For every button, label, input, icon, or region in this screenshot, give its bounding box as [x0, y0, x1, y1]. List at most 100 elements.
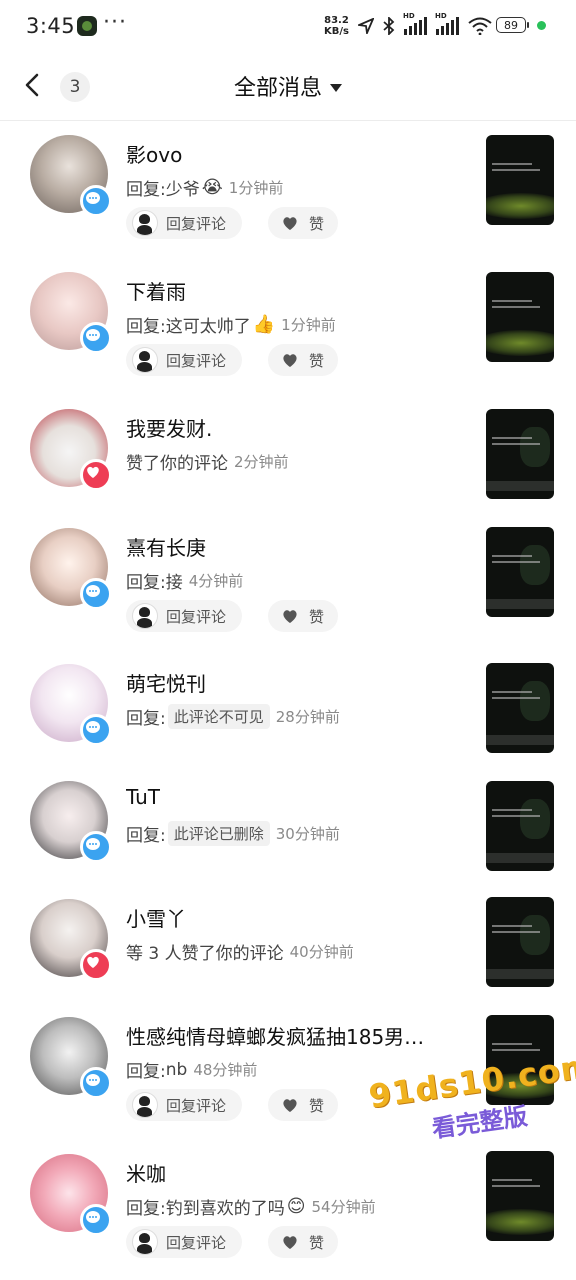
- wifi-icon: [468, 17, 492, 35]
- message-content: 回复: 少爷 😭 1分钟前: [126, 175, 283, 200]
- user-name[interactable]: 小雪丫: [126, 903, 186, 932]
- user-name[interactable]: 影ovo: [126, 139, 182, 168]
- emoji-icon: 👍: [252, 314, 276, 335]
- message-row[interactable]: 熹有长庚回复: 接 4分钟前回复评论 赞: [0, 514, 576, 649]
- like-button-label: 赞: [309, 214, 325, 233]
- network-speed-value: 83.2: [324, 15, 349, 26]
- user-name[interactable]: 我要发财.: [126, 413, 212, 442]
- heart-icon: [283, 217, 297, 230]
- thumbnail-caption-line: [492, 306, 540, 308]
- message-time: 28分钟前: [275, 708, 340, 726]
- user-name[interactable]: 下着雨: [126, 276, 186, 305]
- thumbnail-caption-line: [492, 300, 532, 302]
- reply-comment-button[interactable]: 回复评论: [126, 1226, 242, 1258]
- comment-badge-icon: [80, 831, 112, 863]
- message-row[interactable]: 小雪丫等 3 人赞了你的评论 40分钟前: [0, 885, 576, 1000]
- message-filter-dropdown[interactable]: 全部消息: [0, 70, 576, 102]
- message-text: 接: [165, 573, 183, 593]
- thumbnail-caption-line: [492, 809, 532, 811]
- privacy-indicator-dot: [537, 21, 546, 30]
- like-button[interactable]: 赞: [268, 600, 338, 632]
- heart-icon: [283, 1099, 297, 1112]
- app-notification-icon: [77, 16, 97, 36]
- message-text: 等 3 人赞了你的评论: [126, 944, 284, 964]
- message-content: 回复: 钓到喜欢的了吗 😊 54分钟前: [126, 1194, 376, 1219]
- video-thumbnail[interactable]: [486, 1151, 554, 1241]
- thumbnail-caption-line: [492, 931, 540, 933]
- user-name[interactable]: 萌宅悦刊: [126, 668, 206, 697]
- thumbnail-caption-line: [492, 925, 532, 927]
- message-row[interactable]: 我要发财. 赞了你的评论 2分钟前: [0, 395, 576, 510]
- thumbnail-caption-line: [492, 1179, 532, 1181]
- comment-badge-icon: [80, 578, 112, 610]
- signal-icon-2: HD: [435, 12, 459, 35]
- like-button-label: 赞: [309, 1096, 325, 1115]
- caret-down-icon: [330, 83, 342, 92]
- heart-icon: [283, 354, 297, 367]
- like-button[interactable]: 赞: [268, 207, 338, 239]
- message-time: 2分钟前: [234, 453, 289, 471]
- message-text: 这可太帅了: [165, 317, 251, 337]
- reply-prefix: 回复:: [126, 317, 166, 337]
- reply-prefix: 回复:: [126, 826, 166, 846]
- thumbnail-caption-line: [492, 163, 532, 165]
- message-time: 4分钟前: [188, 572, 244, 590]
- like-badge-icon: [80, 459, 112, 491]
- emoji-icon: 😭: [201, 177, 223, 198]
- comment-badge-icon: [80, 714, 112, 746]
- reply-button-label: 回复评论: [166, 1096, 227, 1115]
- video-thumbnail[interactable]: [486, 897, 554, 987]
- reply-prefix: 回复:: [126, 180, 166, 200]
- video-thumbnail[interactable]: [486, 272, 554, 362]
- network-speed: 83.2 KB/s: [324, 15, 349, 37]
- thumbnail-caption-line: [492, 691, 532, 693]
- message-time: 1分钟前: [228, 179, 284, 197]
- my-avatar-mini: [132, 603, 158, 629]
- reply-comment-button[interactable]: 回复评论: [126, 207, 242, 239]
- emoji-icon: 😊: [286, 1196, 306, 1217]
- video-thumbnail[interactable]: [486, 781, 554, 871]
- reply-prefix: 回复:: [126, 573, 166, 593]
- user-name[interactable]: 米咖: [126, 1158, 166, 1187]
- like-button[interactable]: 赞: [268, 1089, 338, 1121]
- user-name[interactable]: 性感纯情母蟑螂发疯猛抽185男…: [126, 1021, 424, 1050]
- like-button[interactable]: 赞: [268, 1226, 338, 1258]
- thumbnail-caption-line: [492, 437, 532, 439]
- message-row[interactable]: TuT 回复: 此评论已删除 30分钟前: [0, 767, 576, 882]
- hd-label-2: HD: [435, 12, 447, 20]
- comment-badge-icon: [80, 1067, 112, 1099]
- message-text: 钓到喜欢的了吗: [165, 1199, 285, 1219]
- reply-comment-button[interactable]: 回复评论: [126, 1089, 242, 1121]
- like-button-label: 赞: [309, 1233, 325, 1252]
- message-row[interactable]: 萌宅悦刊 回复: 此评论不可见 28分钟前: [0, 650, 576, 765]
- heart-icon: [283, 610, 297, 623]
- reply-button-label: 回复评论: [166, 351, 227, 370]
- user-name[interactable]: 熹有长庚: [126, 532, 206, 561]
- message-content: 回复: 接 4分钟前: [126, 568, 243, 593]
- reply-button-label: 回复评论: [166, 214, 227, 233]
- like-button-label: 赞: [309, 351, 325, 370]
- message-row[interactable]: 下着雨 回复: 这可太帅了 👍 1分钟前 回复评论 赞: [0, 258, 576, 393]
- reply-prefix: 回复:: [126, 1062, 166, 1082]
- hidden-comment-tag: 此评论不可见: [167, 704, 270, 729]
- message-content: 回复: nb 48分钟前: [126, 1057, 257, 1083]
- message-row[interactable]: 影ovo 回复: 少爷 😭 1分钟前 回复评论 赞: [0, 121, 576, 256]
- heart-icon: [283, 1236, 297, 1249]
- reply-comment-button[interactable]: 回复评论: [126, 600, 242, 632]
- message-row[interactable]: 米咖回复: 钓到喜欢的了吗 😊 54分钟前回复评论 赞: [0, 1140, 576, 1275]
- hd-label-1: HD: [403, 12, 415, 20]
- battery-indicator: 89: [496, 17, 529, 33]
- reply-comment-button[interactable]: 回复评论: [126, 344, 242, 376]
- my-avatar-mini: [132, 210, 158, 236]
- like-button[interactable]: 赞: [268, 344, 338, 376]
- user-name[interactable]: TuT: [126, 785, 160, 809]
- video-thumbnail[interactable]: [486, 409, 554, 499]
- video-thumbnail[interactable]: [486, 527, 554, 617]
- thumbnail-caption-line: [492, 443, 540, 445]
- video-thumbnail[interactable]: [486, 135, 554, 225]
- thumbnail-caption-line: [492, 815, 540, 817]
- video-thumbnail[interactable]: [486, 663, 554, 753]
- network-speed-unit: KB/s: [324, 26, 349, 37]
- message-time: 40分钟前: [289, 943, 354, 961]
- comment-badge-icon: [80, 322, 112, 354]
